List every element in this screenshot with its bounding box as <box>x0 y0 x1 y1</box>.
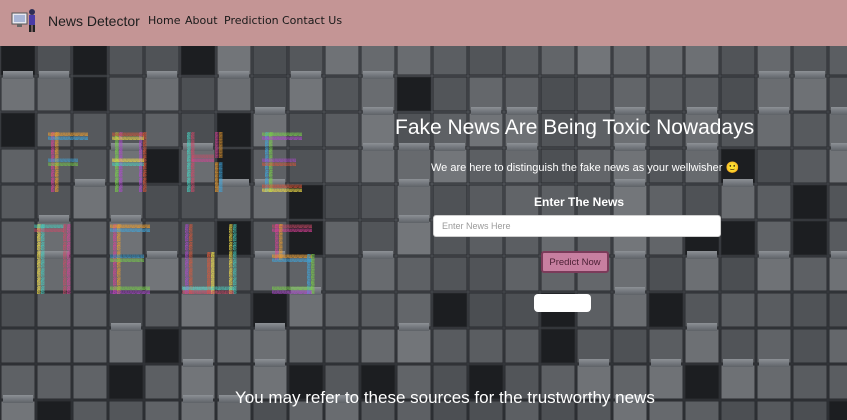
nav-about[interactable]: About <box>185 14 218 27</box>
svg-text:PROPAGANDA PROPAGANDA PROPAGAN: PROPAGANDA PROPAGANDA PROPAGANDA PROPAGA… <box>232 224 237 294</box>
svg-text:PROPAGANDA PROPAGANDA PROPAGAN: PROPAGANDA PROPAGANDA PROPAGANDA PROPAGA… <box>66 224 71 294</box>
brand-title[interactable]: News Detector <box>48 13 140 29</box>
svg-text:PROPAGANDA PROPAGANDA PROPAGAN: PROPAGANDA PROPAGANDA PROPAGANDA PROPAGA… <box>40 224 45 294</box>
news-detector-logo-icon[interactable] <box>11 7 39 33</box>
svg-text:PROPAGANDA PROPAGANDA PROPAGAN: PROPAGANDA PROPAGANDA PROPAGANDA PROPAGA… <box>112 136 144 141</box>
navbar: News Detector Home About Prediction Cont… <box>0 0 847 46</box>
hero-subline: We are here to distinguish the fake news… <box>431 162 740 174</box>
svg-text:PROPAGANDA PROPAGANDA PROPAGAN: PROPAGANDA PROPAGANDA PROPAGANDA PROPAGA… <box>112 162 144 167</box>
news-input[interactable] <box>433 215 721 237</box>
nav-prediction[interactable]: Prediction <box>224 14 279 27</box>
nav-contact-us[interactable]: Contact Us <box>282 14 342 27</box>
svg-text:PROPAGANDA PROPAGANDA PROPAGAN: PROPAGANDA PROPAGANDA PROPAGANDA PROPAGA… <box>110 228 150 233</box>
fake-news-wordcloud-image: PROPAGANDA PROPAGANDA PROPAGANDA PROPAGA… <box>34 132 315 295</box>
prediction-result-box <box>534 294 591 312</box>
nav-home[interactable]: Home <box>148 14 180 27</box>
svg-text:PROPAGANDA PROPAGANDA PROPAGAN: PROPAGANDA PROPAGANDA PROPAGANDA PROPAGA… <box>262 136 302 141</box>
enter-news-label: Enter The News <box>534 195 625 209</box>
sources-heading: You may refer to these sources for the t… <box>235 388 655 407</box>
svg-text:PROPAGANDA PROPAGANDA PROPAGAN: PROPAGANDA PROPAGANDA PROPAGANDA PROPAGA… <box>110 258 144 263</box>
svg-text:PROPAGANDA PROPAGANDA PROPAGAN: PROPAGANDA PROPAGANDA PROPAGANDA PROPAGA… <box>192 158 214 163</box>
svg-text:PROPAGANDA PROPAGANDA PROPAGAN: PROPAGANDA PROPAGANDA PROPAGANDA PROPAGA… <box>262 162 296 167</box>
svg-text:PROPAGANDA PROPAGANDA PROPAGAN: PROPAGANDA PROPAGANDA PROPAGANDA PROPAGA… <box>48 136 88 141</box>
svg-text:PROPAGANDA PROPAGANDA PROPAGAN: PROPAGANDA PROPAGANDA PROPAGANDA PROPAGA… <box>218 132 223 158</box>
svg-text:PROPAGANDA PROPAGANDA PROPAGAN: PROPAGANDA PROPAGANDA PROPAGANDA PROPAGA… <box>188 224 193 294</box>
hero-section: PROPAGANDA PROPAGANDA PROPAGANDA PROPAGA… <box>0 46 847 420</box>
svg-text:PROPAGANDA PROPAGANDA PROPAGAN: PROPAGANDA PROPAGANDA PROPAGANDA PROPAGA… <box>218 162 223 192</box>
svg-text:PROPAGANDA PROPAGANDA PROPAGAN: PROPAGANDA PROPAGANDA PROPAGANDA PROPAGA… <box>272 290 312 295</box>
svg-text:PROPAGANDA PROPAGANDA PROPAGAN: PROPAGANDA PROPAGANDA PROPAGANDA PROPAGA… <box>48 162 78 167</box>
predict-now-button[interactable]: Predict Now <box>541 251 609 273</box>
svg-text:PROPAGANDA PROPAGANDA PROPAGAN: PROPAGANDA PROPAGANDA PROPAGANDA PROPAGA… <box>262 188 302 193</box>
svg-text:PROPAGANDA PROPAGANDA PROPAGAN: PROPAGANDA PROPAGANDA PROPAGANDA PROPAGA… <box>182 290 234 295</box>
svg-text:PROPAGANDA PROPAGANDA PROPAGAN: PROPAGANDA PROPAGANDA PROPAGANDA PROPAGA… <box>110 290 150 295</box>
hero-headline: Fake News Are Being Toxic Nowadays <box>395 116 755 139</box>
svg-text:PROPAGANDA PROPAGANDA PROPAGAN: PROPAGANDA PROPAGANDA PROPAGANDA PROPAGA… <box>34 228 64 233</box>
